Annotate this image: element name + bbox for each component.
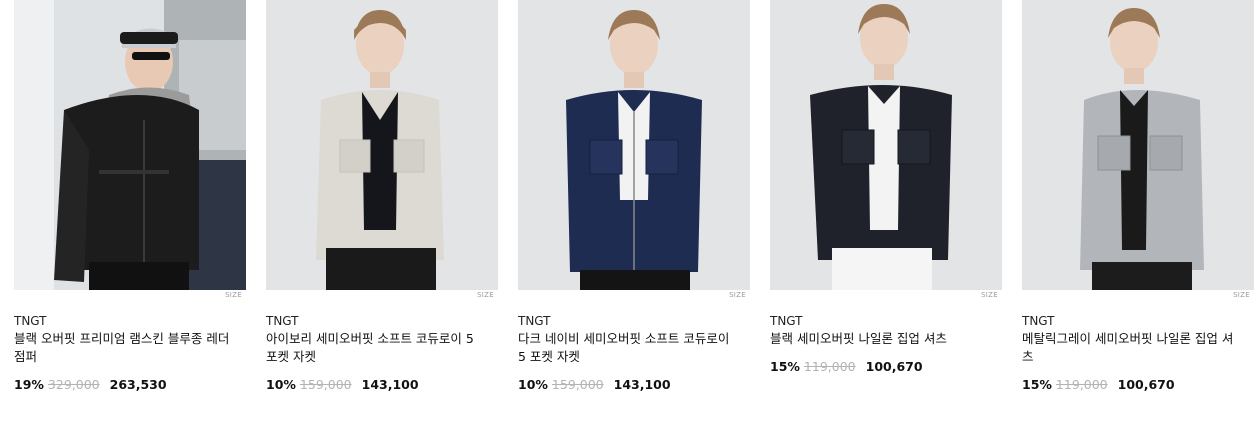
size-tag[interactable]: SIZE	[225, 291, 242, 299]
product-grid: SIZE TNGT 블랙 오버핏 프리미엄 램스킨 블루종 레더 점퍼 19% 3…	[0, 0, 1256, 427]
sale-price: 100,670	[865, 359, 923, 374]
size-tag[interactable]: SIZE	[729, 291, 746, 299]
product-title[interactable]: 메탈릭그레이 세미오버핏 나일론 집업 셔츠	[1022, 330, 1244, 366]
product-photo	[14, 0, 246, 290]
size-tag[interactable]: SIZE	[1233, 291, 1250, 299]
product-brand[interactable]: TNGT	[14, 314, 47, 328]
sale-price: 100,670	[1117, 377, 1175, 392]
original-price: 159,000	[299, 377, 352, 392]
product-image[interactable]	[266, 0, 498, 290]
original-price: 159,000	[551, 377, 604, 392]
product-title[interactable]: 블랙 오버핏 프리미엄 램스킨 블루종 레더 점퍼	[14, 330, 236, 366]
price-row: 10% 159,000 143,100	[518, 377, 671, 392]
product-card[interactable]: SIZE TNGT 다크 네이비 세미오버핏 소프트 코듀로이 5 포켓 자켓 …	[518, 0, 750, 392]
price-row: 15% 119,000 100,670	[1022, 377, 1175, 392]
sale-price: 143,100	[613, 377, 671, 392]
product-photo	[1022, 0, 1254, 290]
size-tag[interactable]: SIZE	[981, 291, 998, 299]
product-card[interactable]: SIZE TNGT 블랙 오버핏 프리미엄 램스킨 블루종 레더 점퍼 19% 3…	[14, 0, 246, 392]
original-price: 119,000	[803, 359, 856, 374]
price-row: 10% 159,000 143,100	[266, 377, 419, 392]
price-row: 15% 119,000 100,670	[770, 359, 923, 374]
discount-rate: 10%	[266, 377, 296, 392]
original-price: 119,000	[1055, 377, 1108, 392]
sale-price: 143,100	[361, 377, 419, 392]
product-title[interactable]: 블랙 세미오버핏 나일론 집업 셔츠	[770, 330, 992, 348]
product-title[interactable]: 다크 네이비 세미오버핏 소프트 코듀로이 5 포켓 자켓	[518, 330, 740, 366]
discount-rate: 15%	[770, 359, 800, 374]
product-photo	[518, 0, 750, 290]
product-image[interactable]	[770, 0, 1002, 290]
product-brand[interactable]: TNGT	[518, 314, 551, 328]
product-photo	[266, 0, 498, 290]
original-price: 329,000	[47, 377, 100, 392]
sale-price: 263,530	[109, 377, 167, 392]
product-card[interactable]: SIZE TNGT 메탈릭그레이 세미오버핏 나일론 집업 셔츠 15% 119,…	[1022, 0, 1254, 392]
discount-rate: 10%	[518, 377, 548, 392]
product-image[interactable]	[518, 0, 750, 290]
product-card[interactable]: SIZE TNGT 아이보리 세미오버핏 소프트 코듀로이 5 포켓 자켓 10…	[266, 0, 498, 392]
size-tag[interactable]: SIZE	[477, 291, 494, 299]
discount-rate: 15%	[1022, 377, 1052, 392]
product-title[interactable]: 아이보리 세미오버핏 소프트 코듀로이 5 포켓 자켓	[266, 330, 488, 366]
product-photo	[770, 0, 1002, 290]
product-card[interactable]: SIZE TNGT 블랙 세미오버핏 나일론 집업 셔츠 15% 119,000 1…	[770, 0, 1002, 374]
product-brand[interactable]: TNGT	[1022, 314, 1055, 328]
product-brand[interactable]: TNGT	[770, 314, 803, 328]
price-row: 19% 329,000 263,530	[14, 377, 167, 392]
product-image[interactable]	[14, 0, 246, 290]
product-image[interactable]	[1022, 0, 1254, 290]
product-brand[interactable]: TNGT	[266, 314, 299, 328]
discount-rate: 19%	[14, 377, 44, 392]
